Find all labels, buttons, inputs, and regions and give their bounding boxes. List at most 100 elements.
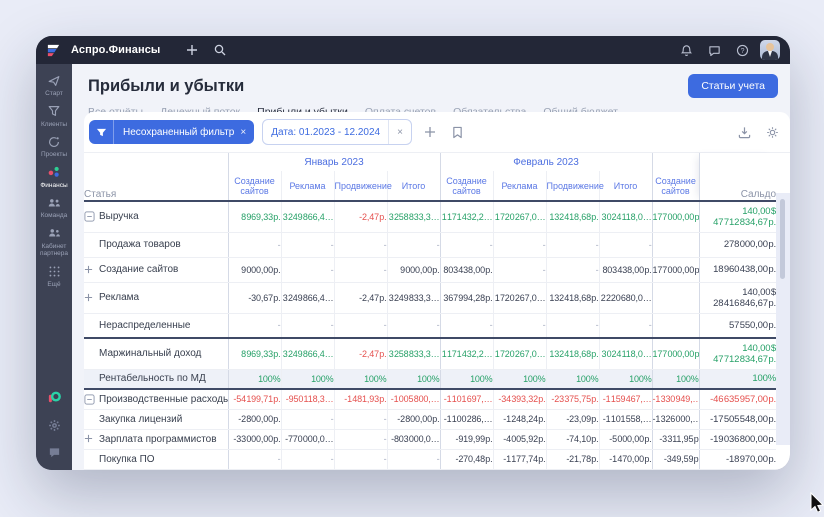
collapse-row-icon[interactable] — [84, 394, 99, 405]
app-logo-icon[interactable] — [46, 43, 61, 58]
value-cell: -1 177,74 р. — [493, 449, 546, 469]
finance-icon — [47, 165, 61, 180]
value-cell: - — [334, 409, 387, 429]
table-settings-gear-icon[interactable] — [762, 122, 782, 142]
sidebar-item-team[interactable]: Команда — [36, 195, 72, 220]
value-cell: 100% — [334, 369, 387, 389]
value-cell: - — [599, 232, 652, 257]
column-subheader[interactable]: Продвижение — [546, 171, 599, 201]
collapse-row-icon[interactable] — [84, 211, 99, 222]
table-row[interactable]: Закупка лицензий-2 800,00 р.---2 800,00 … — [84, 409, 776, 429]
feedback-bubble-icon[interactable] — [48, 446, 61, 464]
remove-unsaved-filter-icon[interactable]: × — [238, 127, 254, 138]
start-icon — [47, 73, 61, 88]
value-cell: - — [334, 257, 387, 282]
saldo-cell: -46 635 957,00 р. — [699, 389, 776, 409]
sidebar-item-projects[interactable]: Проекты — [36, 134, 72, 159]
value-cell: - — [546, 313, 599, 338]
svg-text:?: ? — [740, 47, 744, 54]
vertical-scrollbar-track[interactable] — [776, 193, 790, 445]
table-row[interactable]: Производственные расходы-54 199,71 р.-95… — [84, 389, 776, 409]
value-cell: -74,10 р. — [546, 429, 599, 449]
sidebar-item-clients[interactable]: Клиенты — [36, 104, 72, 129]
value-cell: -23,09 р. — [546, 409, 599, 429]
unsaved-filter-chip[interactable]: Несохраненный фильтр × — [89, 120, 254, 144]
saldo-cell: 140,00 $47 712 834,67 р. — [699, 338, 776, 369]
table-row[interactable]: Выручка8 969,33 р.3 249 866,4…-2,47 р.3 … — [84, 201, 776, 232]
month-group-header-1[interactable]: Февраль 2023 — [440, 153, 652, 171]
sidebar-item-more[interactable]: Ещё — [36, 264, 72, 289]
vertical-scrollbar-thumb[interactable] — [780, 199, 785, 279]
table-row[interactable]: Рентабельность по МД100%100%100%100%100%… — [84, 369, 776, 389]
value-cell: -34 393,32 р. — [493, 389, 546, 409]
column-subheader[interactable]: Итого — [387, 171, 440, 201]
value-cell: -1 481,93 р. — [334, 389, 387, 409]
sidebar-item-finance[interactable]: Финансы — [36, 165, 72, 190]
sidebar-item-start[interactable]: Старт — [36, 73, 72, 98]
saldo-cell: 140,00 $28 416 846,67 р. — [699, 282, 776, 313]
row-label-cell: Рентабельность по МД — [84, 369, 228, 389]
value-cell: -1 101 697,… — [440, 389, 493, 409]
table-row[interactable]: Реклама-30,67 р.3 249 866,4…-2,47 р.3 24… — [84, 282, 776, 313]
aspro-cloud-logo-icon[interactable] — [47, 390, 62, 410]
value-cell: - — [281, 257, 334, 282]
expand-row-icon[interactable] — [84, 265, 99, 274]
table-row[interactable]: Покупка ПО-----270,48 р.-1 177,74 р.-21,… — [84, 449, 776, 469]
expand-row-icon[interactable] — [84, 434, 99, 443]
column-subheader[interactable]: Реклама — [281, 171, 334, 201]
filter-funnel-icon[interactable] — [89, 120, 114, 144]
column-subheader[interactable]: Реклама — [493, 171, 546, 201]
value-cell: -1 100 286,… — [440, 409, 493, 429]
value-cell: 100% — [387, 369, 440, 389]
sidebar-item-partner-cabinet[interactable]: Кабинет партнера — [36, 226, 72, 258]
value-cell: - — [228, 449, 281, 469]
filter-bar: Несохраненный фильтр × Дата: 01.2023 - 1… — [84, 112, 790, 153]
column-header-saldo: Сальдо — [699, 153, 776, 201]
row-label: Производственные расходы — [99, 394, 228, 405]
accounting-items-button[interactable]: Статьи учета — [688, 74, 778, 98]
column-subheader[interactable]: Создание сайтов — [440, 171, 493, 201]
table-row[interactable]: Продажа товаров--------278 000,00 р. — [84, 232, 776, 257]
value-cell: -3 311,95 р — [652, 429, 699, 449]
settings-gear-icon[interactable] — [48, 419, 61, 437]
column-subheader[interactable]: Итого — [599, 171, 652, 201]
help-icon[interactable]: ? — [732, 40, 752, 60]
value-cell: 803 438,00 р. — [440, 257, 493, 282]
export-download-icon[interactable] — [734, 122, 754, 142]
date-filter-chip[interactable]: Дата: 01.2023 - 12.2024 × — [262, 119, 412, 145]
value-cell: 100% — [228, 369, 281, 389]
column-subheader[interactable]: Создание сайтов — [652, 171, 699, 201]
pnl-table: СтатьяЯнварь 2023Февраль 2023СальдоСозда… — [84, 153, 776, 470]
value-cell: 367 994,28 р. — [440, 282, 493, 313]
add-filter-icon[interactable] — [420, 122, 440, 142]
table-row[interactable]: Зарплата программистов-33 000,00 р.-770 … — [84, 429, 776, 449]
table-row[interactable]: Создание сайтов9 000,00 р.--9 000,00 р.8… — [84, 257, 776, 282]
value-cell: 8 969,33 р. — [228, 201, 281, 232]
notifications-bell-icon[interactable] — [676, 40, 696, 60]
expand-row-icon[interactable] — [84, 293, 99, 302]
column-subheader[interactable]: Создание сайтов — [228, 171, 281, 201]
table-row[interactable]: Маржинальный доход8 969,33 р.3 249 866,4… — [84, 338, 776, 369]
table-row[interactable]: Нераспределенные--------57 550,00 р. — [84, 313, 776, 338]
messages-icon[interactable] — [704, 40, 724, 60]
value-cell: - — [334, 429, 387, 449]
value-cell: -21,78 р. — [546, 449, 599, 469]
value-cell: 9 000,00 р. — [387, 257, 440, 282]
remove-date-filter-icon[interactable]: × — [388, 120, 411, 144]
row-label-cell: Производственные расходы — [84, 389, 228, 409]
column-subheader[interactable]: Продвижение — [334, 171, 387, 201]
month-group-header-0[interactable]: Январь 2023 — [228, 153, 440, 171]
value-cell: 100% — [599, 369, 652, 389]
save-filter-bookmark-icon[interactable] — [448, 122, 468, 142]
value-cell: -950 118,3… — [281, 389, 334, 409]
create-plus-icon[interactable] — [182, 40, 202, 60]
value-cell: 3 249 866,4… — [281, 282, 334, 313]
value-cell: -2 800,00 р. — [228, 409, 281, 429]
value-cell: 2 220 680,0… — [599, 282, 652, 313]
row-label-cell: Покупка ПО — [84, 449, 228, 469]
search-icon[interactable] — [210, 40, 230, 60]
value-cell: 3 249 866,4… — [281, 338, 334, 369]
user-avatar[interactable] — [760, 40, 780, 60]
row-label-cell: Продажа товаров — [84, 232, 228, 257]
value-cell: - — [493, 257, 546, 282]
